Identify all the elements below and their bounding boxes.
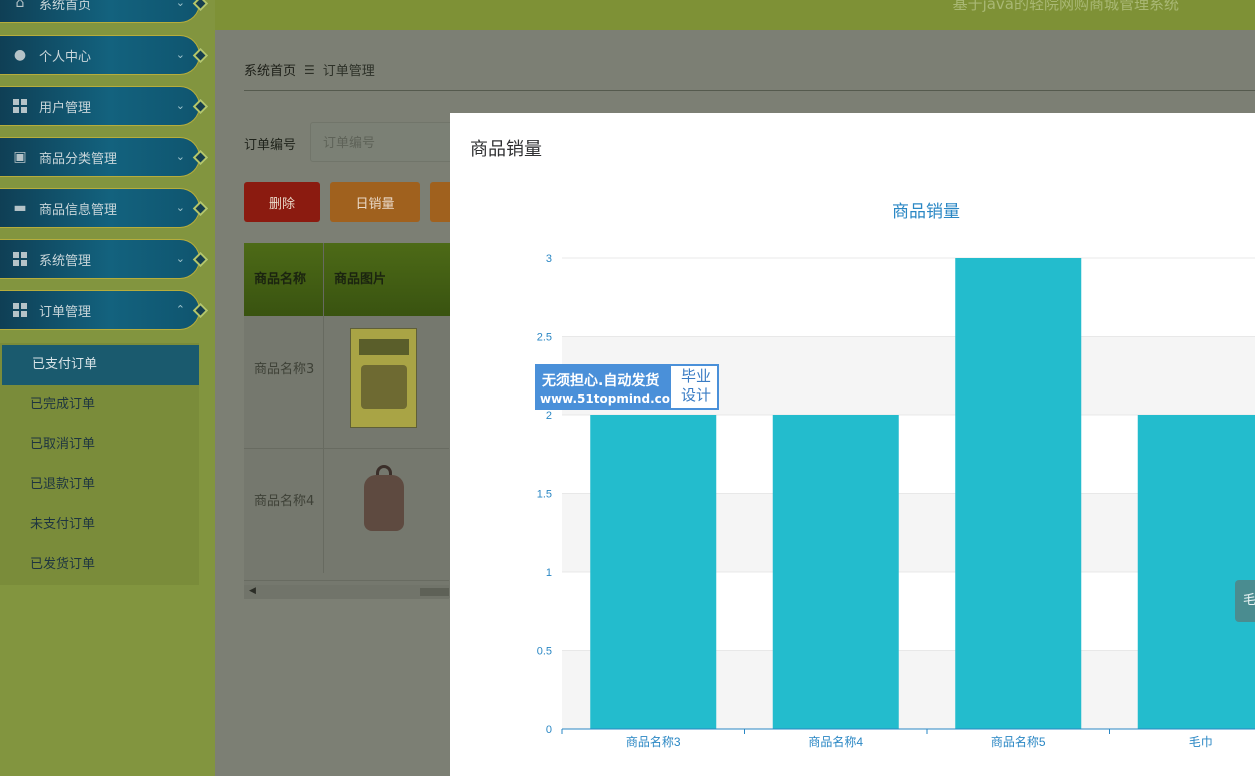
watermark-url: www.51topmind.com bbox=[540, 392, 683, 406]
diamond-ornament-icon bbox=[192, 251, 209, 268]
ticket-icon: ▬ bbox=[13, 200, 27, 216]
diamond-ornament-icon bbox=[192, 302, 209, 319]
breadcrumb-current: 订单管理 bbox=[322, 64, 375, 79]
chevron-down-icon: ⌄ bbox=[175, 48, 185, 61]
search-label: 订单编号 bbox=[244, 138, 297, 153]
product-image-backpack bbox=[360, 465, 410, 537]
menu-label: 用户管理 bbox=[39, 100, 92, 116]
chevron-down-icon: ⌄ bbox=[175, 252, 185, 265]
table-header: 商品名称 商品图片 bbox=[244, 243, 464, 316]
horizontal-scrollbar[interactable]: ◀ bbox=[244, 585, 449, 599]
order-submenu: 已支付订单 已完成订单 已取消订单 已退款订单 未支付订单 已发货订单 bbox=[0, 343, 199, 585]
watermark-left: 无须担心.自动发货 www.51topmind.com bbox=[537, 366, 683, 408]
orders-table: 商品名称 商品图片 商品名称3 商品名称4 ◀ bbox=[244, 243, 464, 599]
chevron-down-icon: ⌄ bbox=[175, 150, 185, 163]
y-tick-label: 3 bbox=[546, 253, 552, 265]
order-number-input[interactable] bbox=[310, 122, 455, 162]
menu-label: 系统管理 bbox=[39, 253, 92, 269]
scroll-thumb[interactable] bbox=[420, 588, 449, 596]
y-tick-label: 0 bbox=[546, 724, 552, 736]
submenu-refunded-orders[interactable]: 已退款订单 bbox=[0, 465, 199, 505]
y-tick-label: 2.5 bbox=[537, 332, 552, 344]
system-title: 基于java的轻院网购商城管理系统 bbox=[952, 0, 1179, 13]
y-tick-label: 1.5 bbox=[537, 489, 552, 501]
bar-0[interactable] bbox=[590, 415, 717, 729]
grid-icon bbox=[11, 251, 29, 267]
column-divider bbox=[323, 243, 324, 573]
breadcrumb-separator-icon: ☰ bbox=[304, 62, 315, 77]
grid-icon bbox=[11, 302, 29, 318]
submenu-unpaid-orders[interactable]: 未支付订单 bbox=[0, 505, 199, 545]
diamond-ornament-icon bbox=[192, 0, 209, 12]
menu-item-home[interactable]: ⌂ 系统首页 ⌄ bbox=[0, 0, 209, 23]
y-tick-label: 1 bbox=[546, 567, 552, 579]
menu-item-user-management[interactable]: 用户管理 ⌄ bbox=[0, 86, 209, 126]
row-divider bbox=[244, 580, 449, 581]
y-tick-label: 0.5 bbox=[537, 646, 552, 658]
menu-label: 商品分类管理 bbox=[39, 151, 118, 167]
clipboard-icon: ▣ bbox=[13, 149, 27, 165]
product-image-book bbox=[350, 328, 417, 428]
watermark-slogan: 无须担心.自动发货 bbox=[542, 373, 660, 389]
chevron-down-icon: ⌄ bbox=[175, 0, 185, 9]
chevron-down-icon: ⌄ bbox=[175, 99, 185, 112]
menu-label: 个人中心 bbox=[39, 49, 92, 65]
breadcrumb: 系统首页 ☰ 订单管理 bbox=[244, 60, 375, 80]
home-icon: ⌂ bbox=[15, 0, 25, 11]
submenu-completed-orders[interactable]: 已完成订单 bbox=[0, 385, 199, 425]
top-header: 基于java的轻院网购商城管理系统 bbox=[215, 0, 1255, 30]
bar-1[interactable] bbox=[772, 415, 899, 729]
cell-product-name: 商品名称4 bbox=[254, 494, 315, 509]
sales-modal: 商品销量 商品销量 0 0.5 1 1.5 2 2.5 3 商品名称3 商品名称4 商品名称5 毛… bbox=[450, 113, 1255, 776]
grid-icon bbox=[11, 98, 29, 114]
menu-item-order-management[interactable]: 订单管理 ⌃ bbox=[0, 290, 209, 330]
menu-item-system-management[interactable]: 系统管理 ⌄ bbox=[0, 239, 209, 279]
submenu-paid-orders[interactable]: 已支付订单 bbox=[2, 345, 199, 385]
x-tick-label: 毛巾 bbox=[1189, 735, 1213, 749]
side-tab-button[interactable]: 毛 bbox=[1235, 580, 1255, 622]
menu-item-category-management[interactable]: ▣ 商品分类管理 ⌄ bbox=[0, 137, 209, 177]
submenu-cancelled-orders[interactable]: 已取消订单 bbox=[0, 425, 199, 465]
column-header-name: 商品名称 bbox=[254, 272, 307, 287]
menu-label: 商品信息管理 bbox=[39, 202, 118, 218]
column-header-image: 商品图片 bbox=[334, 272, 387, 287]
chevron-up-icon: ⌃ bbox=[175, 303, 185, 316]
watermark-badge: 无须担心.自动发货 www.51topmind.com 毕业设计 bbox=[535, 364, 719, 410]
y-tick-label: 2 bbox=[546, 410, 552, 422]
menu-item-personal-center[interactable]: ● 个人中心 ⌄ bbox=[0, 35, 209, 75]
chart-title: 商品销量 bbox=[892, 202, 960, 221]
diamond-ornament-icon bbox=[192, 149, 209, 166]
menu-label: 订单管理 bbox=[39, 304, 92, 320]
scroll-left-icon[interactable]: ◀ bbox=[249, 586, 256, 596]
diamond-ornament-icon bbox=[192, 98, 209, 115]
cell-product-name: 商品名称3 bbox=[254, 362, 315, 377]
menu-label: 系统首页 bbox=[39, 0, 92, 13]
user-icon: ● bbox=[13, 47, 27, 63]
sidebar: ⌂ 系统首页 ⌄ ● 个人中心 ⌄ 用户管理 ⌄ ▣ 商品分类管理 ⌄ ▬ 商品… bbox=[0, 0, 215, 776]
daily-sales-button[interactable]: 日销量 bbox=[330, 182, 420, 222]
diamond-ornament-icon bbox=[192, 47, 209, 64]
x-tick-label: 商品名称3 bbox=[626, 734, 681, 749]
bar-2[interactable] bbox=[955, 258, 1082, 729]
bar-3[interactable] bbox=[1137, 415, 1255, 729]
diamond-ornament-icon bbox=[192, 200, 209, 217]
submenu-shipped-orders[interactable]: 已发货订单 bbox=[0, 545, 199, 585]
delete-button[interactable]: 删除 bbox=[244, 182, 320, 222]
menu-item-product-management[interactable]: ▬ 商品信息管理 ⌄ bbox=[0, 188, 209, 228]
row-divider bbox=[244, 448, 449, 449]
x-tick-label: 商品名称4 bbox=[808, 734, 863, 749]
x-tick-label: 商品名称5 bbox=[991, 734, 1046, 749]
chevron-down-icon: ⌄ bbox=[175, 201, 185, 214]
breadcrumb-home[interactable]: 系统首页 bbox=[244, 60, 296, 79]
divider bbox=[244, 90, 1255, 91]
watermark-brand: 毕业设计 bbox=[680, 367, 711, 404]
sales-bar-chart: 商品销量 0 0.5 1 1.5 2 2.5 3 商品名称3 商品名称4 商品名称5 毛巾 bbox=[537, 202, 1255, 749]
